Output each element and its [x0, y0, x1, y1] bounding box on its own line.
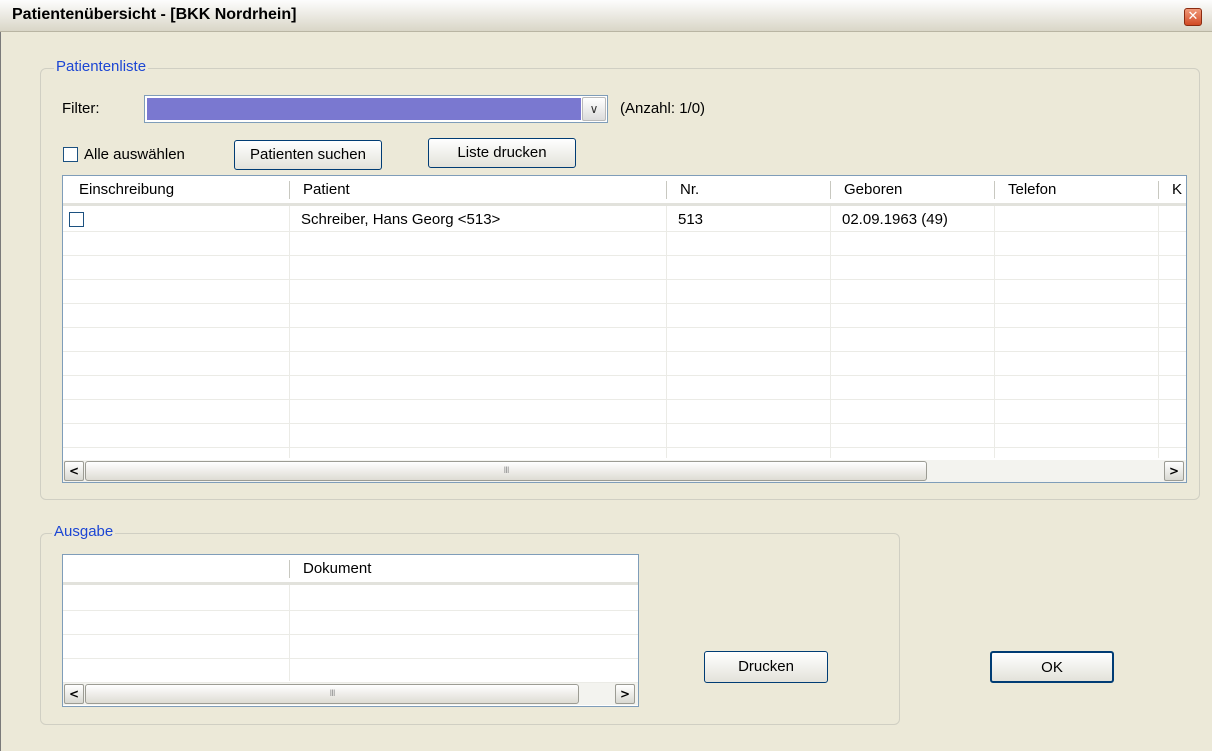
column-header-dokument[interactable]: Dokument — [291, 555, 631, 582]
close-icon[interactable]: ✕ — [1184, 8, 1202, 26]
empty-row — [63, 376, 1186, 400]
ok-button[interactable]: OK — [990, 651, 1114, 683]
patient-phone-cell — [996, 208, 1156, 231]
column-separator[interactable] — [830, 181, 831, 199]
print-button[interactable]: Drucken — [704, 651, 828, 683]
table-row[interactable]: Schreiber, Hans Georg <513> 513 02.09.19… — [63, 208, 1186, 232]
empty-row — [63, 256, 1186, 280]
empty-row — [63, 659, 638, 683]
title-bar[interactable]: Patientenübersicht - [BKK Nordrhein] ✕ — [0, 0, 1212, 32]
column-header-geboren[interactable]: Geboren — [832, 176, 992, 203]
empty-row — [63, 304, 1186, 328]
window-frame — [0, 0, 8, 751]
column-separator[interactable] — [289, 560, 290, 578]
column-separator[interactable] — [994, 181, 995, 199]
filter-dropdown[interactable]: ∨ — [144, 95, 608, 123]
patient-born-cell: 02.09.1963 (49) — [842, 211, 948, 228]
select-all-checkbox[interactable] — [63, 147, 78, 162]
empty-row — [63, 635, 638, 659]
scroll-left-icon[interactable]: < — [64, 461, 84, 481]
patient-nr-cell: 513 — [678, 211, 704, 228]
enrollment-checkbox[interactable] — [69, 212, 84, 227]
search-patients-button[interactable]: Patienten suchen — [234, 140, 382, 170]
column-header-k[interactable]: K — [1160, 176, 1186, 203]
scroll-left-icon[interactable]: < — [64, 684, 84, 704]
output-table-header: Dokument — [63, 555, 638, 585]
scroll-thumb[interactable]: III — [85, 684, 579, 704]
column-header-blank[interactable] — [67, 555, 287, 582]
patientenliste-legend: Patientenliste — [54, 58, 149, 75]
empty-row — [63, 611, 638, 635]
empty-row — [63, 352, 1186, 376]
scroll-right-icon[interactable]: > — [615, 684, 635, 704]
empty-row — [63, 328, 1186, 352]
empty-row — [63, 280, 1186, 304]
output-table[interactable]: Dokument < III > — [62, 554, 639, 707]
column-separator[interactable] — [1158, 181, 1159, 199]
scroll-thumb[interactable]: III — [85, 461, 927, 481]
scroll-right-icon[interactable]: > — [1164, 461, 1184, 481]
column-header-telefon[interactable]: Telefon — [996, 176, 1156, 203]
patient-name-cell: Schreiber, Hans Georg <513> — [301, 211, 501, 228]
horizontal-scrollbar[interactable]: < III > — [63, 683, 638, 705]
horizontal-scrollbar[interactable]: < III > — [63, 460, 1186, 482]
patient-table[interactable]: Einschreibung Patient Nr. Geboren Telefo… — [62, 175, 1187, 483]
ausgabe-legend: Ausgabe — [52, 523, 116, 540]
column-separator[interactable] — [289, 181, 290, 199]
empty-row — [63, 232, 1186, 256]
chevron-down-icon[interactable]: ∨ — [582, 97, 606, 121]
column-header-nr[interactable]: Nr. — [668, 176, 828, 203]
select-all-label[interactable]: Alle auswählen — [84, 146, 185, 163]
column-header-einschreibung[interactable]: Einschreibung — [67, 176, 287, 203]
filter-label: Filter: — [62, 100, 100, 117]
empty-row — [63, 424, 1186, 448]
filter-value — [147, 98, 581, 120]
patient-table-header: Einschreibung Patient Nr. Geboren Telefo… — [63, 176, 1186, 206]
count-text: (Anzahl: 1/0) — [620, 100, 706, 117]
empty-row — [63, 400, 1186, 424]
column-header-patient[interactable]: Patient — [291, 176, 661, 203]
print-list-button[interactable]: Liste drucken — [428, 138, 576, 168]
column-separator[interactable] — [666, 181, 667, 199]
window-title: Patientenübersicht - [BKK Nordrhein] — [12, 6, 297, 23]
empty-row — [63, 587, 638, 611]
